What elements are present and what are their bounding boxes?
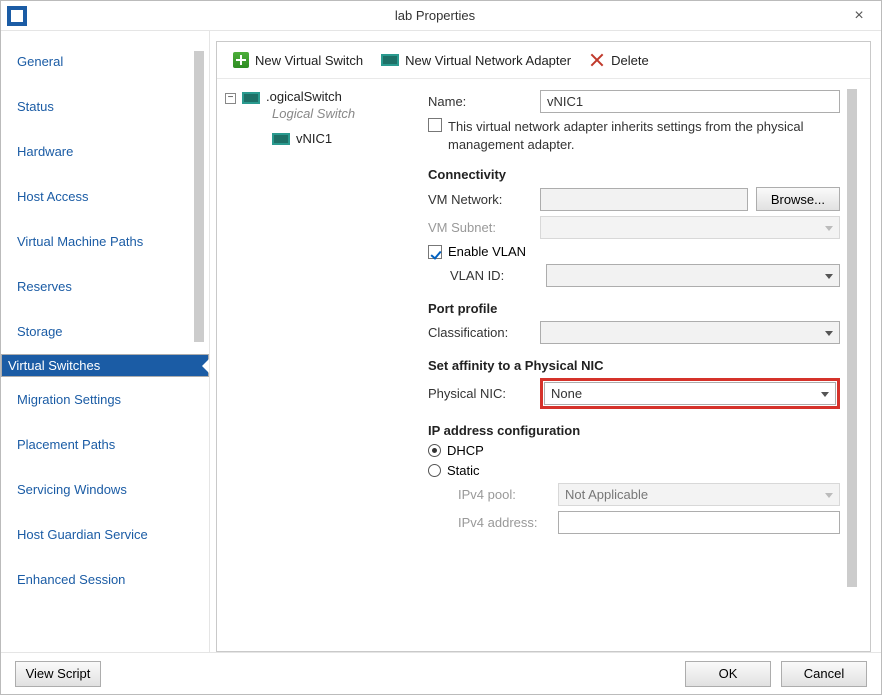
delete-button[interactable]: Delete xyxy=(583,49,655,71)
toolbar-label: Delete xyxy=(611,53,649,68)
sidebar-item-label: Reserves xyxy=(17,279,72,294)
sidebar-item-virtual-switches[interactable]: Virtual Switches xyxy=(1,354,209,377)
toolbar: New Virtual Switch New Virtual Network A… xyxy=(217,42,870,78)
ipv4-pool-select: Not Applicable xyxy=(558,483,840,506)
physical-nic-select[interactable]: None xyxy=(544,382,836,405)
browse-button[interactable]: Browse... xyxy=(756,187,840,211)
vm-subnet-select xyxy=(540,216,840,239)
dhcp-label: DHCP xyxy=(447,443,484,458)
sidebar-item-label: Host Guardian Service xyxy=(17,527,148,542)
window-title: lab Properties xyxy=(27,8,843,23)
sidebar-item-label: Host Access xyxy=(17,189,89,204)
view-script-button[interactable]: View Script xyxy=(15,661,101,687)
sidebar-item-label: Storage xyxy=(17,324,63,339)
cancel-button[interactable]: Cancel xyxy=(781,661,867,687)
inherit-label: This virtual network adapter inherits se… xyxy=(448,118,840,153)
vnic-icon xyxy=(272,133,290,145)
title-bar: lab Properties × xyxy=(1,1,881,31)
static-radio[interactable] xyxy=(428,464,441,477)
enable-vlan-checkbox[interactable] xyxy=(428,245,442,259)
vlan-id-label: VLAN ID: xyxy=(428,268,546,283)
adapter-form: Name: This virtual network adapter inher… xyxy=(422,79,870,651)
tree-child-label: vNIC1 xyxy=(296,131,332,146)
sidebar-item-vm-paths[interactable]: Virtual Machine Paths xyxy=(1,219,209,264)
dialog-footer: View Script OK Cancel xyxy=(1,652,881,694)
tree-collapse-icon[interactable]: − xyxy=(225,93,236,104)
name-input[interactable] xyxy=(540,90,840,113)
vm-subnet-label: VM Subnet: xyxy=(428,220,540,235)
sidebar-scrollbar[interactable] xyxy=(191,51,207,632)
ok-button[interactable]: OK xyxy=(685,661,771,687)
sidebar-item-placement-paths[interactable]: Placement Paths xyxy=(1,422,209,467)
ipv4-pool-label: IPv4 pool: xyxy=(428,487,558,502)
vlan-id-select[interactable] xyxy=(546,264,840,287)
dhcp-radio[interactable] xyxy=(428,444,441,457)
affinity-heading: Set affinity to a Physical NIC xyxy=(428,358,840,373)
app-icon xyxy=(7,6,27,26)
sidebar-item-migration[interactable]: Migration Settings xyxy=(1,377,209,422)
sidebar-item-servicing-windows[interactable]: Servicing Windows xyxy=(1,467,209,512)
sidebar-item-general[interactable]: General xyxy=(1,39,209,84)
toolbar-label: New Virtual Switch xyxy=(255,53,363,68)
toolbar-label: New Virtual Network Adapter xyxy=(405,53,571,68)
ipv4-address-input xyxy=(558,511,840,534)
physical-nic-label: Physical NIC: xyxy=(428,386,540,401)
physical-nic-highlight: None xyxy=(540,378,840,409)
close-icon[interactable]: × xyxy=(843,7,875,25)
sidebar-item-host-guardian[interactable]: Host Guardian Service xyxy=(1,512,209,557)
sidebar-item-label: Servicing Windows xyxy=(17,482,127,497)
delete-icon xyxy=(589,52,605,68)
sidebar-item-label: Virtual Switches xyxy=(8,358,100,373)
sidebar-item-hardware[interactable]: Hardware xyxy=(1,129,209,174)
static-label: Static xyxy=(447,463,480,478)
sidebar-item-label: Enhanced Session xyxy=(17,572,125,587)
vm-network-label: VM Network: xyxy=(428,192,540,207)
tree-root-subtitle: Logical Switch xyxy=(272,106,422,121)
main-panel: New Virtual Switch New Virtual Network A… xyxy=(216,41,871,652)
sidebar-item-label: Hardware xyxy=(17,144,73,159)
plus-icon xyxy=(233,52,249,68)
sidebar-item-label: Placement Paths xyxy=(17,437,115,452)
sidebar-item-enhanced-session[interactable]: Enhanced Session xyxy=(1,557,209,602)
form-scrollbar[interactable] xyxy=(844,85,860,651)
sidebar-item-host-access[interactable]: Host Access xyxy=(1,174,209,219)
tree-child-vnic1[interactable]: vNIC1 xyxy=(272,131,422,146)
sidebar-item-reserves[interactable]: Reserves xyxy=(1,264,209,309)
ipv4-address-label: IPv4 address: xyxy=(428,515,558,530)
sidebar: General Status Hardware Host Access Virt… xyxy=(1,31,210,652)
network-adapter-icon xyxy=(381,54,399,66)
vm-network-input[interactable] xyxy=(540,188,748,211)
enable-vlan-label: Enable VLAN xyxy=(448,244,526,259)
classification-select[interactable] xyxy=(540,321,840,344)
sidebar-item-label: Migration Settings xyxy=(17,392,121,407)
switch-icon xyxy=(242,92,260,104)
sidebar-item-label: General xyxy=(17,54,63,69)
ip-config-heading: IP address configuration xyxy=(428,423,840,438)
sidebar-item-storage[interactable]: Storage xyxy=(1,309,209,354)
classification-label: Classification: xyxy=(428,325,540,340)
tree-root-label: .ogicalSwitch xyxy=(266,89,342,104)
new-virtual-switch-button[interactable]: New Virtual Switch xyxy=(227,49,369,71)
switch-tree: − .ogicalSwitch Logical Switch vNIC1 xyxy=(217,79,422,651)
tree-root[interactable]: − .ogicalSwitch xyxy=(225,87,422,106)
sidebar-item-label: Status xyxy=(17,99,54,114)
sidebar-item-label: Virtual Machine Paths xyxy=(17,234,143,249)
new-virtual-network-adapter-button[interactable]: New Virtual Network Adapter xyxy=(375,50,577,71)
sidebar-item-status[interactable]: Status xyxy=(1,84,209,129)
inherit-checkbox[interactable] xyxy=(428,118,442,132)
connectivity-heading: Connectivity xyxy=(428,167,840,182)
name-label: Name: xyxy=(428,94,540,109)
port-profile-heading: Port profile xyxy=(428,301,840,316)
